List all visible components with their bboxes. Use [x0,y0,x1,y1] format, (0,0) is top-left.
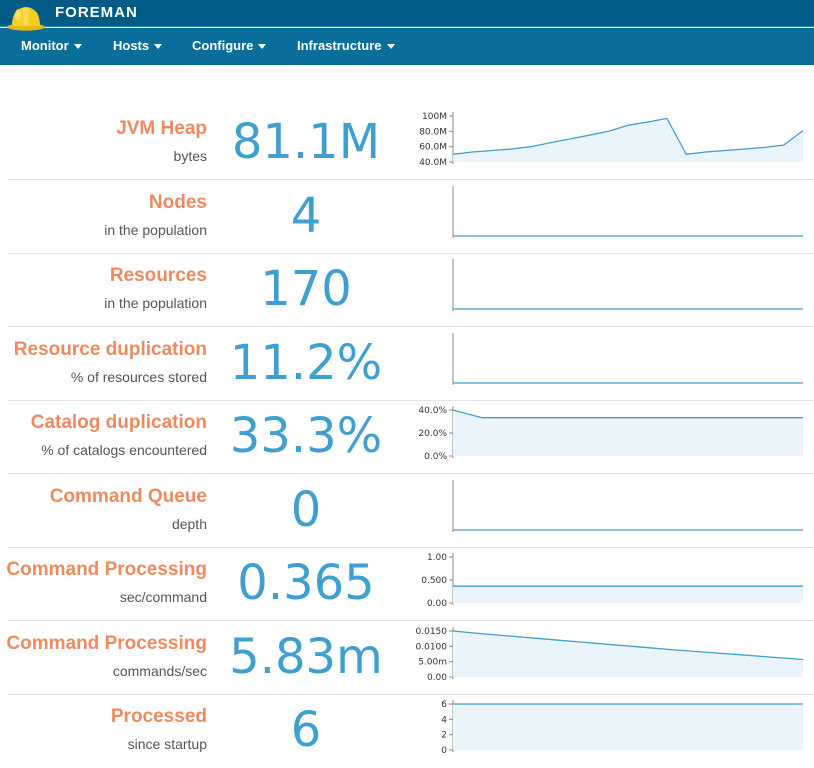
metric-title: Command Processing [6,559,207,580]
caret-down-icon [386,44,395,50]
metric-description: sec/command [119,589,207,605]
metric-value: 5.83m [229,628,383,685]
caret-down-icon [258,44,267,50]
metric-title: Command Queue [49,485,207,507]
top-header-bar: FOREMAN [0,0,814,31]
y-tick-label: 0.0150 [416,627,448,637]
metric-row-command-queue: Command Queue depth 0 [0,474,814,548]
y-tick-label: 0.00 [427,673,447,683]
y-tick-label: 100M [422,112,447,122]
metric-sparkline [452,332,803,385]
metric-title: JVM Heap [116,118,207,139]
metric-sparkline: 1.00 0.500 0.00 [421,553,803,609]
y-tick-label: 0 [441,746,447,756]
metric-description: bytes [173,148,207,164]
sparkline-area [453,410,803,456]
metric-description: % of resources stored [70,368,207,385]
metric-value: 4 [290,187,322,244]
metric-description: since startup [127,736,207,752]
metric-description: in the population [104,221,207,238]
metric-description: in the population [104,295,207,311]
metric-row-resources: Resources in the population 170 [0,253,814,327]
metric-sparkline [452,479,803,532]
caret-down-icon [73,44,82,50]
metric-value: 0 [290,481,322,538]
nav-hosts[interactable]: Hosts [113,38,163,53]
metric-title: Resource duplication [13,338,207,360]
metric-row-jvm-heap: JVM Heap bytes 81.1M 100M 80.0M 60.0M 40.0M [0,106,814,180]
metric-row-processed: Processed since startup 6 6 4 2 0 [0,694,814,768]
y-tick-label: 60.0M [419,143,447,153]
y-tick-label: 80.0M [419,127,447,137]
metric-sparkline [452,185,803,238]
metric-sparkline: 100M 80.0M 60.0M 40.0M [419,112,804,168]
y-tick-label: 4 [441,715,447,725]
metric-row-catalog-duplication: Catalog duplication % of catalogs encoun… [0,400,814,474]
nav-hosts-label: Hosts [113,38,150,53]
metric-title: Command Processing [6,632,207,654]
sparkline-series [452,409,803,419]
caret-down-icon [154,44,163,50]
metric-description: depth [171,515,207,532]
metric-title: Processed [110,706,207,727]
nav-monitor-label: Monitor [21,38,69,53]
metric-sparkline: 0.0150 0.0100 5.00m 0.00 [416,626,804,683]
y-tick-label: 40.0M [419,158,447,168]
y-tick-label: 0.0100 [416,642,448,652]
nav-monitor[interactable]: Monitor [21,38,82,53]
metric-title: Resources [109,265,207,286]
metric-value: 6 [290,702,322,758]
metric-value: 170 [260,261,352,317]
metric-title: Nodes [148,191,207,213]
metric-value: 11.2% [229,334,383,391]
metric-row-command-processing-sec: Command Processing sec/command 0.365 1.0… [0,547,814,621]
hardhat-logo-icon[interactable] [6,1,46,31]
sparkline-area [453,586,803,603]
y-tick-label: 0.0% [424,452,447,462]
metric-row-command-processing-rate: Command Processing commands/sec 5.83m 0.… [0,621,814,695]
y-tick-label: 1.00 [427,553,447,563]
metric-value: 0.365 [237,555,375,611]
nav-infrastructure-label: Infrastructure [297,38,382,53]
metric-row-resource-duplication: Resource duplication % of resources stor… [0,327,814,401]
y-tick-label: 5.00m [418,657,447,667]
y-tick-label: 40.0% [418,406,447,416]
nav-configure[interactable]: Configure [192,38,267,53]
nav-configure-label: Configure [192,38,254,53]
metric-row-nodes: Nodes in the population 4 [0,180,814,254]
sparkline-area [453,630,803,677]
main-navigation: Monitor Hosts Configure Infrastructure [0,28,814,65]
sparkline-area [453,704,803,750]
metric-value: 81.1M [231,114,381,170]
metric-title: Catalog duplication [30,412,207,433]
metrics-dashboard: JVM Heap bytes 81.1M 100M 80.0M 60.0M 40.0M… [0,106,814,768]
y-tick-label: 20.0% [418,429,447,439]
metric-sparkline [452,259,803,311]
metric-description: commands/sec [112,662,207,679]
metric-sparkline: 40.0% 20.0% 0.0% [418,406,803,462]
y-tick-label: 0.500 [421,576,447,586]
metric-sparkline: 6 4 2 0 [441,700,803,756]
nav-infrastructure[interactable]: Infrastructure [297,38,395,53]
metric-description: % of catalogs encountered [41,442,207,458]
y-tick-label: 2 [441,731,447,741]
brand-name[interactable]: FOREMAN [55,4,138,21]
y-tick-label: 0.00 [427,599,447,609]
y-tick-label: 6 [441,700,447,710]
metric-value: 33.3% [229,408,383,464]
